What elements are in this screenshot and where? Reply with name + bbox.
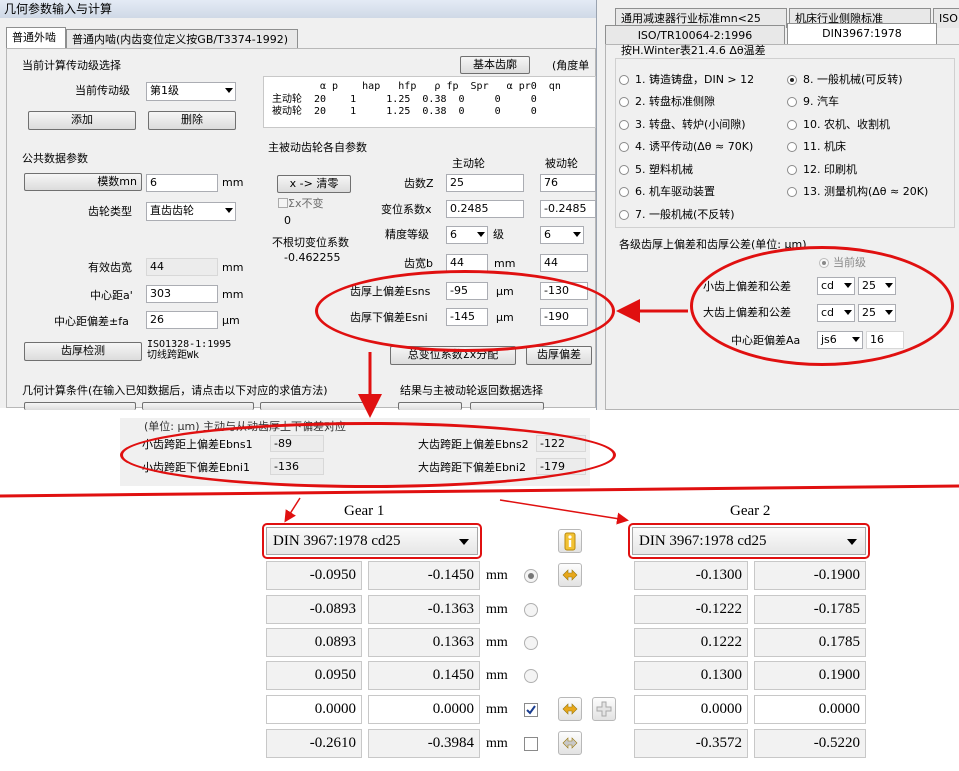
gear-1-combo-highlight [262,523,482,559]
arrow-to-gear-1 [284,497,301,523]
arrow-to-gear-2 [499,499,629,525]
gear-2-combo-highlight [628,523,870,559]
divider-line [0,484,959,498]
annotation-overlay [0,299,959,559]
